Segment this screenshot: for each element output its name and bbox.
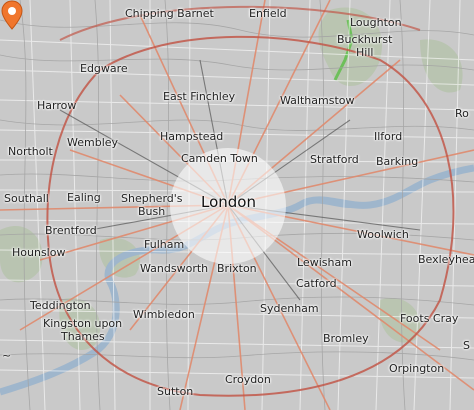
place-label-hill[interactable]: Hill — [356, 47, 373, 59]
place-label-enfield[interactable]: Enfield — [249, 8, 287, 20]
place-label-barking[interactable]: Barking — [376, 156, 418, 168]
place-label-foots-cray[interactable]: Foots Cray — [400, 313, 458, 325]
place-label-brixton[interactable]: Brixton — [217, 263, 257, 275]
place-label-ealing[interactable]: Ealing — [67, 192, 101, 204]
place-label-croydon[interactable]: Croydon — [225, 374, 271, 386]
place-label-teddington[interactable]: Teddington — [30, 300, 91, 312]
place-label-buckhurst[interactable]: Buckhurst — [337, 34, 392, 46]
place-label-edge-right: S — [463, 339, 470, 352]
place-label-ro[interactable]: Ro — [455, 108, 469, 120]
place-label-wimbledon[interactable]: Wimbledon — [133, 309, 195, 321]
place-label-bromley[interactable]: Bromley — [323, 333, 369, 345]
place-label-chipping-barnet[interactable]: Chipping Barnet — [125, 8, 214, 20]
place-label-loughton[interactable]: Loughton — [350, 17, 402, 29]
place-label-wandsworth[interactable]: Wandsworth — [140, 263, 208, 275]
place-label-hampstead[interactable]: Hampstead — [160, 131, 223, 143]
place-label-london[interactable]: London — [201, 195, 256, 210]
place-label-fulham[interactable]: Fulham — [144, 239, 184, 251]
place-label-wembley[interactable]: Wembley — [67, 137, 118, 149]
place-label-camden-town[interactable]: Camden Town — [181, 153, 258, 165]
place-label-thames[interactable]: Thames — [61, 331, 105, 343]
place-label-walthamstow[interactable]: Walthamstow — [280, 95, 354, 107]
place-label-sydenham[interactable]: Sydenham — [260, 303, 319, 315]
place-label-edgware[interactable]: Edgware — [80, 63, 128, 75]
map-pin-icon[interactable] — [0, 0, 24, 30]
place-label-bush[interactable]: Bush — [138, 206, 165, 218]
place-label-bexleyheath[interactable]: Bexleyhea — [418, 254, 474, 266]
place-label-northolt[interactable]: Northolt — [8, 146, 53, 158]
map-view[interactable]: Chipping Barnet Enfield Loughton Buckhur… — [0, 0, 474, 410]
place-label-southall[interactable]: Southall — [4, 193, 49, 205]
place-label-east-finchley[interactable]: East Finchley — [163, 91, 235, 103]
place-label-kingston[interactable]: Kingston upon — [43, 318, 122, 330]
place-label-sutton[interactable]: Sutton — [157, 386, 193, 398]
place-label-lewisham[interactable]: Lewisham — [297, 257, 352, 269]
place-label-hounslow[interactable]: Hounslow — [12, 247, 65, 259]
place-label-harrow[interactable]: Harrow — [37, 100, 76, 112]
place-label-orpington[interactable]: Orpington — [389, 363, 444, 375]
place-label-edge-left: ~ — [2, 349, 12, 362]
place-label-stratford[interactable]: Stratford — [310, 154, 359, 166]
place-label-ilford[interactable]: Ilford — [374, 131, 402, 143]
place-label-catford[interactable]: Catford — [296, 278, 337, 290]
place-label-shepherds[interactable]: Shepherd's — [121, 193, 183, 205]
place-label-brentford[interactable]: Brentford — [45, 225, 97, 237]
place-label-woolwich[interactable]: Woolwich — [357, 229, 409, 241]
